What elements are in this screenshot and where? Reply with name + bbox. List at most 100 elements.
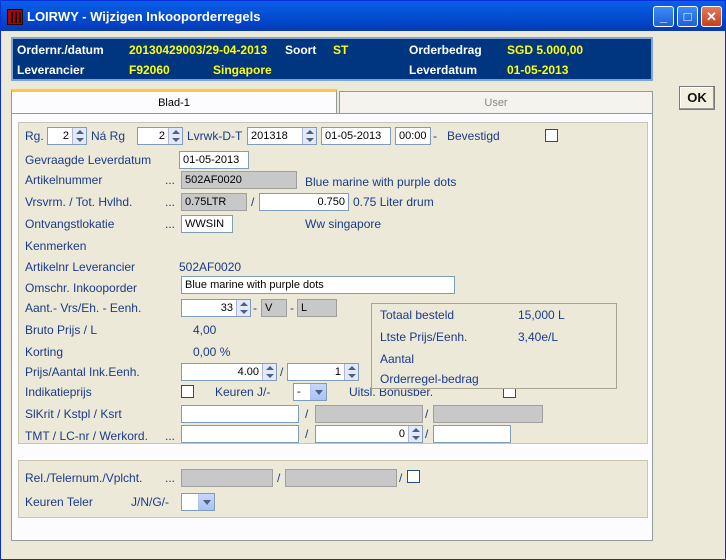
time-dash: - bbox=[433, 129, 437, 143]
totaal-value: 15,000 L bbox=[518, 308, 565, 322]
lvrwk-week-field[interactable]: 201318 bbox=[247, 127, 317, 145]
aantal-ink-spinner[interactable] bbox=[344, 364, 358, 380]
werkord-field[interactable] bbox=[433, 425, 511, 443]
eenh-field[interactable]: L bbox=[297, 299, 337, 317]
vplcht-checkbox[interactable] bbox=[407, 470, 420, 483]
orderbedrag-label: Orderbedrag bbox=[409, 43, 482, 57]
tmt-slash-1: / bbox=[305, 427, 309, 441]
aant-field[interactable]: 33 bbox=[181, 299, 251, 317]
ltste-value: 3,40e/L bbox=[518, 330, 559, 344]
minimize-button[interactable]: _ bbox=[653, 6, 674, 27]
tmt-label: TMT / LC-nr / Werkord. bbox=[25, 429, 148, 443]
prijs-field[interactable]: 4.00 bbox=[181, 363, 277, 381]
tot-hvlhd-field[interactable]: 0.750 bbox=[259, 193, 349, 211]
kenmerken-label: Kenmerken bbox=[25, 239, 87, 253]
close-button[interactable]: ✕ bbox=[701, 6, 722, 27]
tab-blad-1[interactable]: Blad-1 bbox=[11, 89, 337, 115]
artnr-lev-label: Artikelnr Leverancier bbox=[25, 260, 136, 274]
main-window: LOIRWY - Wijzigen Inkooporderregels _ □ … bbox=[0, 0, 726, 560]
lc-nr-value: 0 bbox=[398, 428, 405, 440]
bruto-label: Bruto Prijs / L bbox=[25, 323, 98, 337]
kstpl-field[interactable] bbox=[315, 405, 423, 423]
aant-dash-1: - bbox=[253, 301, 257, 315]
maximize-button[interactable]: □ bbox=[677, 6, 698, 27]
keuren-label: Keuren J/- bbox=[215, 385, 271, 399]
rg-spinner[interactable] bbox=[72, 128, 86, 144]
aantal-ink-value: 1 bbox=[334, 366, 341, 378]
lvrwk-time-field[interactable]: 00:00 bbox=[395, 127, 431, 145]
aant-value: 33 bbox=[220, 302, 233, 314]
aant-spinner[interactable] bbox=[236, 300, 250, 316]
bevestigd-checkbox[interactable] bbox=[545, 129, 558, 142]
ontvangst-label: Ontvangstlokatie bbox=[25, 217, 115, 231]
keuren-dropdown[interactable]: - bbox=[293, 383, 327, 401]
aantal-label: Aantal bbox=[380, 352, 415, 366]
order-header: Ordernr./datum 20130429003/29-04-2013 So… bbox=[11, 37, 653, 81]
prijs-spinner[interactable] bbox=[262, 364, 276, 380]
keuren-teler-label: Keuren Teler bbox=[25, 495, 93, 509]
main-form-group: Rg. 2 Ná Rg 2 Lvrwk-D-T 201318 01-05-201… bbox=[18, 122, 648, 444]
ksrt-field[interactable] bbox=[433, 405, 543, 423]
telernum-field[interactable] bbox=[285, 469, 397, 487]
leverancier-label: Leverancier bbox=[17, 63, 85, 77]
na-rg-label: Ná Rg bbox=[91, 129, 126, 143]
soort-label: Soort bbox=[285, 43, 317, 57]
order-summary-box: Totaal besteld 15,000 L Ltste Prijs/Eenh… bbox=[371, 303, 617, 389]
lvrwk-week-value: 201318 bbox=[251, 130, 288, 142]
keuren-value: - bbox=[297, 386, 301, 398]
lvrwk-date-field[interactable]: 01-05-2013 bbox=[321, 127, 391, 145]
tmt-slash-2: / bbox=[425, 427, 429, 441]
slkrit-slash-1: / bbox=[305, 407, 309, 421]
keuren-teler-dropdown[interactable] bbox=[181, 493, 215, 511]
slkrit-slash-2: / bbox=[425, 407, 429, 421]
prijs-label: Prijs/Aantal Ink.Eenh. bbox=[25, 365, 140, 379]
rel-label: Rel./Telernum./Vplcht. bbox=[25, 471, 143, 485]
tmt-field[interactable] bbox=[181, 425, 299, 443]
soort-value: ST bbox=[333, 43, 349, 57]
na-rg-spinner[interactable] bbox=[168, 128, 182, 144]
aantal-ink-field[interactable]: 1 bbox=[287, 363, 359, 381]
teler-group: Rel./Telernum./Vplcht. ... / / Keuren Te… bbox=[18, 460, 648, 518]
korting-value: 0,00 % bbox=[193, 345, 231, 359]
indicatie-label: Indikatieprijs bbox=[25, 385, 92, 399]
na-rg-field[interactable]: 2 bbox=[137, 127, 183, 145]
indicatie-checkbox[interactable] bbox=[181, 385, 194, 398]
vrsvrm-dots: ... bbox=[165, 195, 176, 209]
leverdatum-label: Leverdatum bbox=[409, 63, 478, 77]
slkrit-field[interactable] bbox=[181, 405, 299, 423]
ontvangst-description: Ww singapore bbox=[305, 217, 382, 231]
leverancier-code: F92060 bbox=[129, 63, 170, 77]
keuren-dropdown-arrow-icon[interactable] bbox=[310, 384, 326, 400]
ok-button[interactable]: OK bbox=[679, 86, 715, 110]
rel-field[interactable] bbox=[181, 469, 273, 487]
orderbedrag-value: SGD 5.000,00 bbox=[507, 43, 584, 57]
totaal-label: Totaal besteld bbox=[380, 308, 455, 322]
omschr-label: Omschr. Inkooporder bbox=[25, 281, 138, 295]
window-title: LOIRWY - Wijzigen Inkooporderregels bbox=[27, 9, 261, 24]
title-bar[interactable]: LOIRWY - Wijzigen Inkooporderregels _ □ … bbox=[1, 1, 725, 31]
prijs-slash: / bbox=[280, 365, 284, 379]
bevestigd-label: Bevestigd bbox=[447, 129, 500, 143]
order-value: 20130429003/29-04-2013 bbox=[129, 43, 268, 57]
lc-nr-field[interactable]: 0 bbox=[315, 425, 423, 443]
lvrwk-week-spinner[interactable] bbox=[302, 128, 316, 144]
na-rg-value: 2 bbox=[158, 130, 165, 142]
ontvangst-field[interactable]: WWSIN bbox=[181, 215, 233, 233]
artikelnummer-field[interactable]: 502AF0020 bbox=[181, 171, 297, 189]
app-icon bbox=[7, 9, 23, 25]
prijs-value: 4.00 bbox=[237, 366, 259, 378]
gevraagde-field[interactable]: 01-05-2013 bbox=[179, 151, 249, 169]
omschr-field[interactable]: Blue marine with purple dots bbox=[181, 276, 455, 294]
ltste-label: Ltste Prijs/Eenh. bbox=[380, 330, 468, 344]
rg-field[interactable]: 2 bbox=[47, 127, 87, 145]
tot-hvlhd-description: 0.75 Liter drum bbox=[353, 195, 434, 209]
rg-value: 2 bbox=[62, 130, 69, 142]
tab-panel-blad-1: Rg. 2 Ná Rg 2 Lvrwk-D-T 201318 01-05-201… bbox=[11, 113, 653, 541]
orderregel-label: Orderregel-bedrag bbox=[380, 372, 479, 386]
tab-user[interactable]: User bbox=[339, 91, 653, 115]
vrsvrm-field[interactable]: 0.75LTR bbox=[181, 193, 247, 211]
keuren-teler-dropdown-arrow-icon[interactable] bbox=[198, 494, 214, 510]
vrs-field[interactable]: V bbox=[261, 299, 287, 317]
lc-nr-spinner[interactable] bbox=[408, 426, 422, 442]
rel-slash-1: / bbox=[277, 471, 281, 485]
